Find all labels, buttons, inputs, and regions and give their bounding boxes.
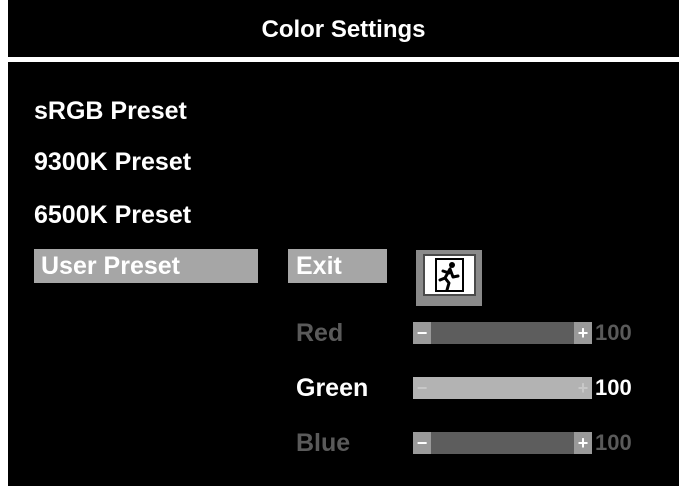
blue-slider[interactable]: − + — [413, 432, 592, 454]
preset-user[interactable]: User Preset — [34, 249, 258, 283]
red-value: 100 — [595, 320, 632, 345]
blue-decrease-icon[interactable]: − — [413, 432, 431, 454]
preset-6500k[interactable]: 6500K Preset — [34, 199, 191, 231]
green-value: 100 — [595, 375, 632, 400]
red-increase-icon[interactable]: + — [574, 322, 592, 344]
preset-srgb[interactable]: sRGB Preset — [34, 95, 187, 127]
green-increase-icon[interactable]: + — [574, 377, 592, 399]
red-decrease-icon[interactable]: − — [413, 322, 431, 344]
title-divider — [8, 57, 679, 62]
preset-9300k[interactable]: 9300K Preset — [34, 146, 191, 178]
emergency-exit-icon — [423, 254, 476, 296]
green-label: Green — [296, 374, 369, 402]
red-slider[interactable]: − + — [413, 322, 592, 344]
menu-title: Color Settings — [261, 16, 426, 43]
blue-increase-icon[interactable]: + — [574, 432, 592, 454]
osd-menu: Color Settings sRGB Preset 9300K Preset … — [8, 0, 679, 486]
blue-value: 100 — [595, 430, 632, 455]
blue-label: Blue — [296, 429, 351, 457]
green-slider[interactable]: − + — [413, 377, 592, 399]
green-decrease-icon[interactable]: − — [413, 377, 431, 399]
exit-icon-button[interactable] — [416, 250, 482, 306]
exit-button[interactable]: Exit — [288, 249, 387, 283]
red-label: Red — [296, 319, 344, 347]
